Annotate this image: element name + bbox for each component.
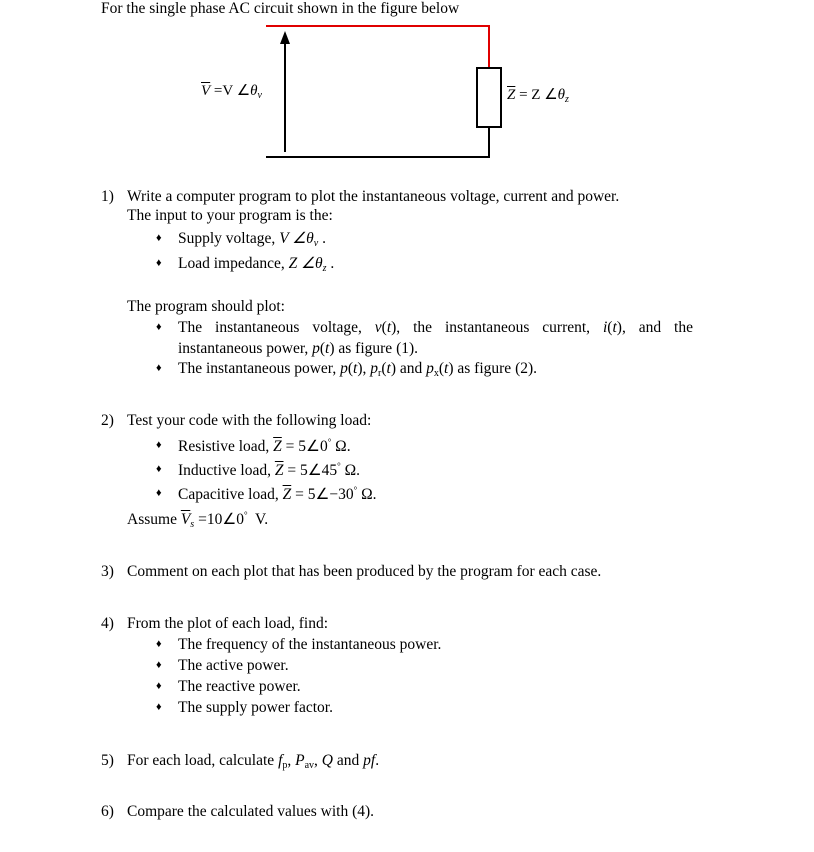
list-item: The frequency of the instantaneous power… xyxy=(178,636,442,653)
assume-supply: Assume Vs =10∠0° V. xyxy=(127,510,269,530)
bullet-icon: ♦ xyxy=(156,701,162,713)
load-impedance-box xyxy=(476,67,502,128)
question-number: 5) xyxy=(101,752,114,769)
bullet-icon: ♦ xyxy=(156,659,162,671)
bullet-icon: ♦ xyxy=(156,232,162,244)
question-number: 3) xyxy=(101,563,114,580)
load-item-inductive: Inductive load, Z = 5∠45° Ω. xyxy=(178,461,361,479)
bullet-icon: ♦ xyxy=(156,257,162,269)
list-item-continuation: instantaneous power, p(t) as figure (1). xyxy=(178,340,419,357)
question-number: 2) xyxy=(101,412,114,429)
circuit-diagram xyxy=(266,25,502,158)
load-item-capacitive: Capacitive load, Z = 5∠−30° Ω. xyxy=(178,485,377,503)
list-item: The reactive power. xyxy=(178,678,301,695)
load-item-resistive: Resistive load, Z = 5∠0° Ω. xyxy=(178,437,351,455)
question-1-line-1: Write a computer program to plot the ins… xyxy=(127,188,620,205)
question-3-text: Comment on each plot that has been produ… xyxy=(127,563,602,580)
voltage-arrow-head xyxy=(280,31,290,44)
question-6-text: Compare the calculated values with (4). xyxy=(127,803,375,820)
load-impedance-label: Z = Z ∠θz xyxy=(507,87,569,105)
list-item: Load impedance, Z ∠θz . xyxy=(178,255,335,274)
question-1-line-2: The input to your program is the: xyxy=(127,207,333,224)
bullet-icon: ♦ xyxy=(156,463,162,475)
question-2-title: Test your code with the following load: xyxy=(127,412,372,429)
bullet-icon: ♦ xyxy=(156,321,162,333)
list-item: The instantaneous voltage, v(t), the ins… xyxy=(178,319,693,336)
list-item: The supply power factor. xyxy=(178,699,333,716)
bullet-icon: ♦ xyxy=(156,439,162,451)
question-number: 4) xyxy=(101,615,114,632)
list-item: The instantaneous power, p(t), pr(t) and… xyxy=(178,360,538,379)
bullet-icon: ♦ xyxy=(156,680,162,692)
question-5-text: For each load, calculate fp, Pav, Q and … xyxy=(127,752,380,771)
question-number: 6) xyxy=(101,803,114,820)
list-item: The active power. xyxy=(178,657,289,674)
list-item: Supply voltage, V ∠θv . xyxy=(178,230,326,249)
bullet-icon: ♦ xyxy=(156,638,162,650)
question-number: 1) xyxy=(101,188,114,205)
source-voltage-label: V =V ∠θv xyxy=(201,83,262,101)
question-4-title: From the plot of each load, find: xyxy=(127,615,329,632)
bullet-icon: ♦ xyxy=(156,362,162,374)
plot-intro: The program should plot: xyxy=(127,298,285,315)
bullet-icon: ♦ xyxy=(156,487,162,499)
